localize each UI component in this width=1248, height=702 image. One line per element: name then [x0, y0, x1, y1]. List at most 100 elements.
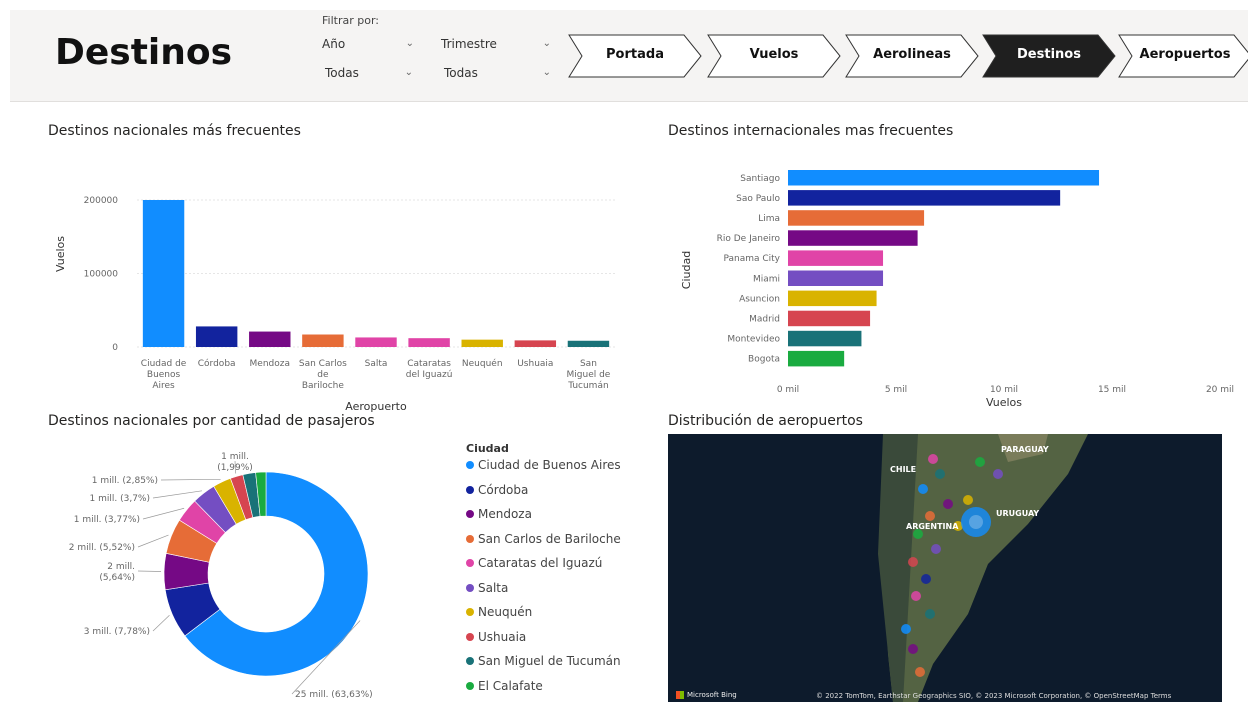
y-tick-label: Montevideo [727, 335, 780, 345]
leader-line [152, 490, 203, 499]
legend-item[interactable]: Neuquén [466, 605, 621, 630]
passengers-donut-chart[interactable]: 25 mill. (63,63%)3 mill. (7,78%)2 mill.(… [40, 434, 460, 702]
airport-bubble[interactable] [925, 609, 935, 619]
bar-3[interactable] [788, 230, 918, 246]
airport-bubble[interactable] [915, 667, 925, 677]
airport-bubble[interactable] [975, 457, 985, 467]
airport-bubble[interactable] [918, 484, 928, 494]
bar-9[interactable] [788, 350, 845, 367]
legend-item[interactable]: San Miguel de Tucumán [466, 654, 621, 679]
legend-item[interactable]: Salta [466, 581, 621, 606]
x-tick-label: 15 mil [1098, 385, 1126, 395]
bar-6[interactable] [788, 290, 877, 307]
airport-bubble[interactable] [901, 624, 911, 634]
legend-dot-icon [466, 657, 474, 665]
page-title: Destinos [55, 32, 233, 73]
legend-title: Ciudad [466, 442, 509, 455]
y-tick-label: Panama City [723, 254, 780, 264]
airport-bubble[interactable] [963, 495, 973, 505]
bar-0[interactable] [142, 200, 185, 347]
legend-item[interactable]: Córdoba [466, 483, 621, 508]
legend-label: Mendoza [478, 507, 532, 521]
legend-item[interactable]: El Calafate [466, 679, 621, 702]
airport-bubble[interactable] [993, 469, 1003, 479]
bar-4[interactable] [355, 337, 397, 347]
bing-logo: Microsoft Bing [676, 691, 737, 699]
airport-bubble[interactable] [921, 574, 931, 584]
airport-bubble[interactable] [931, 544, 941, 554]
x-tick-label: 5 mil [885, 385, 907, 395]
bar-5[interactable] [788, 270, 884, 287]
airport-bubble[interactable] [908, 644, 918, 654]
bar-1[interactable] [788, 190, 1061, 206]
bar-8[interactable] [788, 330, 862, 347]
nav-aeropuertos[interactable]: Aeropuertos [1118, 34, 1248, 78]
slicer-year-value[interactable]: Todas ⌄ [325, 66, 413, 80]
airport-bubble[interactable] [943, 499, 953, 509]
legend-label: Salta [478, 580, 509, 595]
slicer-year[interactable]: Año ⌄ [322, 37, 414, 51]
leader-line [152, 615, 170, 632]
airport-map[interactable]: PARAGUAY CHILE ARGENTINA URUGUAY Microsoft … [668, 434, 1222, 702]
legend-label: San Miguel de Tucumán [478, 654, 621, 668]
slicer-quarter-label: Trimestre [441, 37, 497, 51]
legend-item[interactable]: Ushuaia [466, 630, 621, 655]
data-label: 2 mill. [107, 562, 135, 572]
airport-bubble[interactable] [925, 511, 935, 521]
slicer-quarter-value[interactable]: Todas ⌄ [444, 66, 551, 80]
legend-label: Córdoba [478, 482, 529, 497]
international-chart-title: Destinos internacionales mas frecuentes [668, 123, 954, 139]
airport-bubble[interactable] [911, 591, 921, 601]
nav-portada[interactable]: Portada [568, 34, 702, 78]
nav-vuelos[interactable]: Vuelos [707, 34, 841, 78]
legend-item[interactable]: Mendoza [466, 507, 621, 532]
bar-4[interactable] [788, 250, 884, 266]
x-tick-label: Cataratas [407, 359, 451, 369]
nav-label: Destinos [1017, 47, 1081, 62]
bar-1[interactable] [195, 326, 238, 347]
bar-6[interactable] [461, 339, 503, 347]
bar-7[interactable] [788, 310, 871, 327]
bar-2[interactable] [788, 210, 925, 226]
y-tick-label: Asuncion [739, 294, 780, 304]
x-tick-label: Miguel de [567, 370, 611, 380]
bar-8[interactable] [567, 340, 610, 347]
map-label: CHILE [890, 465, 916, 474]
legend-item[interactable]: San Carlos de Bariloche [466, 532, 621, 557]
y-tick-label: Madrid [749, 314, 780, 324]
airport-bubble[interactable] [935, 469, 945, 479]
x-tick-label: Ushuaia [517, 359, 553, 369]
legend-dot-icon [466, 461, 474, 469]
airport-bubble[interactable] [908, 557, 918, 567]
data-label: 1 mill. (3,7%) [90, 494, 150, 504]
chevron-down-icon: ⌄ [404, 67, 413, 78]
filter-label: Filtrar por: [322, 14, 379, 27]
airport-bubble[interactable] [928, 454, 938, 464]
bar-2[interactable] [249, 331, 291, 347]
map-surface[interactable]: PARAGUAY CHILE ARGENTINA URUGUAY [668, 434, 1222, 702]
data-label: (1,99%) [217, 463, 253, 473]
nav-destinos[interactable]: Destinos [982, 34, 1116, 78]
national-bar-chart[interactable]: 0 100000 200000 Ciudad deBuenosAires Córdoba… [40, 142, 620, 412]
international-bar-chart[interactable]: Santiago Sao Paulo Lima Rio De Janeiro Panam… [665, 142, 1245, 412]
nav-label: Aerolineas [873, 47, 951, 62]
legend-dot-icon [466, 681, 474, 690]
legend-label: Ciudad de Buenos Aires [478, 458, 621, 472]
map-label: ARGENTINA [906, 522, 959, 531]
x-tick-label: 20 mil [1206, 385, 1234, 395]
x-tick-label: Ciudad de [141, 359, 187, 369]
slicer-quarter[interactable]: Trimestre ⌄ [441, 37, 551, 51]
legend-item[interactable]: Ciudad de Buenos Aires [466, 458, 621, 483]
legend-item[interactable]: Cataratas del Iguazú [466, 556, 621, 581]
y-tick-label: Miami [753, 274, 780, 284]
donut-legend: Ciudad Ciudad de Buenos Aires Córdoba Mend… [466, 442, 621, 702]
bar-7[interactable] [514, 340, 557, 347]
nav-aerolineas[interactable]: Aerolineas [845, 34, 979, 78]
bar-0[interactable] [788, 170, 1100, 186]
data-label: 1 mill. (2,85%) [92, 476, 158, 486]
bar-3[interactable] [302, 334, 344, 347]
x-tick-label: 0 mil [777, 385, 799, 395]
bar-5[interactable] [408, 338, 450, 347]
data-label: 25 mill. (63,63%) [295, 690, 373, 700]
x-tick-label: Bariloche [302, 381, 345, 391]
